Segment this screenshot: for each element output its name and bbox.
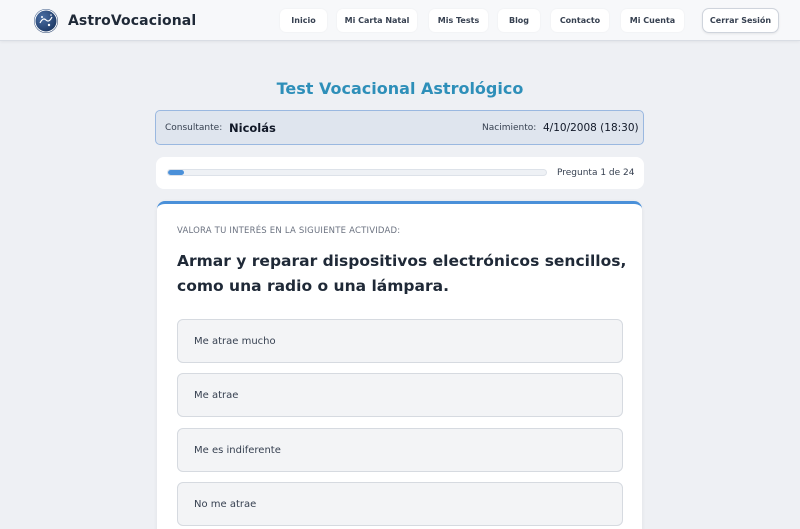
consultant-name: Nicolás xyxy=(229,121,276,135)
answer-option[interactable]: Me atrae mucho xyxy=(177,319,623,363)
logout-button[interactable]: Cerrar Sesión xyxy=(702,8,779,33)
astro-logo-icon xyxy=(34,8,58,33)
consultant-info-bar: Consultante: Nicolás Nacimiento: 4/10/20… xyxy=(155,110,644,145)
top-navbar: AstroVocacional Inicio Mi Carta Natal Mi… xyxy=(0,0,800,41)
question-kicker: VALORA TU INTERÉS EN LA SIGUIENTE ACTIVI… xyxy=(177,226,401,236)
nav-item-mis-tests[interactable]: Mis Tests xyxy=(429,9,488,32)
answer-option[interactable]: No me atrae xyxy=(177,482,623,526)
progress-text: Pregunta 1 de 24 xyxy=(557,168,635,178)
progress-card: Pregunta 1 de 24 xyxy=(156,157,644,189)
brand-name: AstroVocacional xyxy=(68,12,197,29)
answer-option[interactable]: Me atrae xyxy=(177,373,623,417)
question-card: VALORA TU INTERÉS EN LA SIGUIENTE ACTIVI… xyxy=(157,201,642,529)
consultant-label: Consultante: xyxy=(165,123,223,133)
answer-option[interactable]: Me es indiferente xyxy=(177,428,623,472)
birth-value: 4/10/2008 (18:30) xyxy=(543,122,639,134)
nav-item-blog[interactable]: Blog xyxy=(498,9,540,32)
question-text: Armar y reparar dispositivos electrónico… xyxy=(177,252,627,295)
progress-track xyxy=(167,169,547,176)
brand-link[interactable]: AstroVocacional xyxy=(34,8,196,33)
nav-item-inicio[interactable]: Inicio xyxy=(280,9,327,32)
birth-label: Nacimiento: xyxy=(482,123,537,133)
nav-item-mi-cuenta[interactable]: Mi Cuenta xyxy=(621,9,684,32)
nav-item-contacto[interactable]: Contacto xyxy=(551,9,609,32)
nav-item-mi-carta-natal[interactable]: Mi Carta Natal xyxy=(337,9,417,32)
page-title: Test Vocacional Astrológico xyxy=(276,79,524,98)
progress-fill xyxy=(168,170,184,175)
